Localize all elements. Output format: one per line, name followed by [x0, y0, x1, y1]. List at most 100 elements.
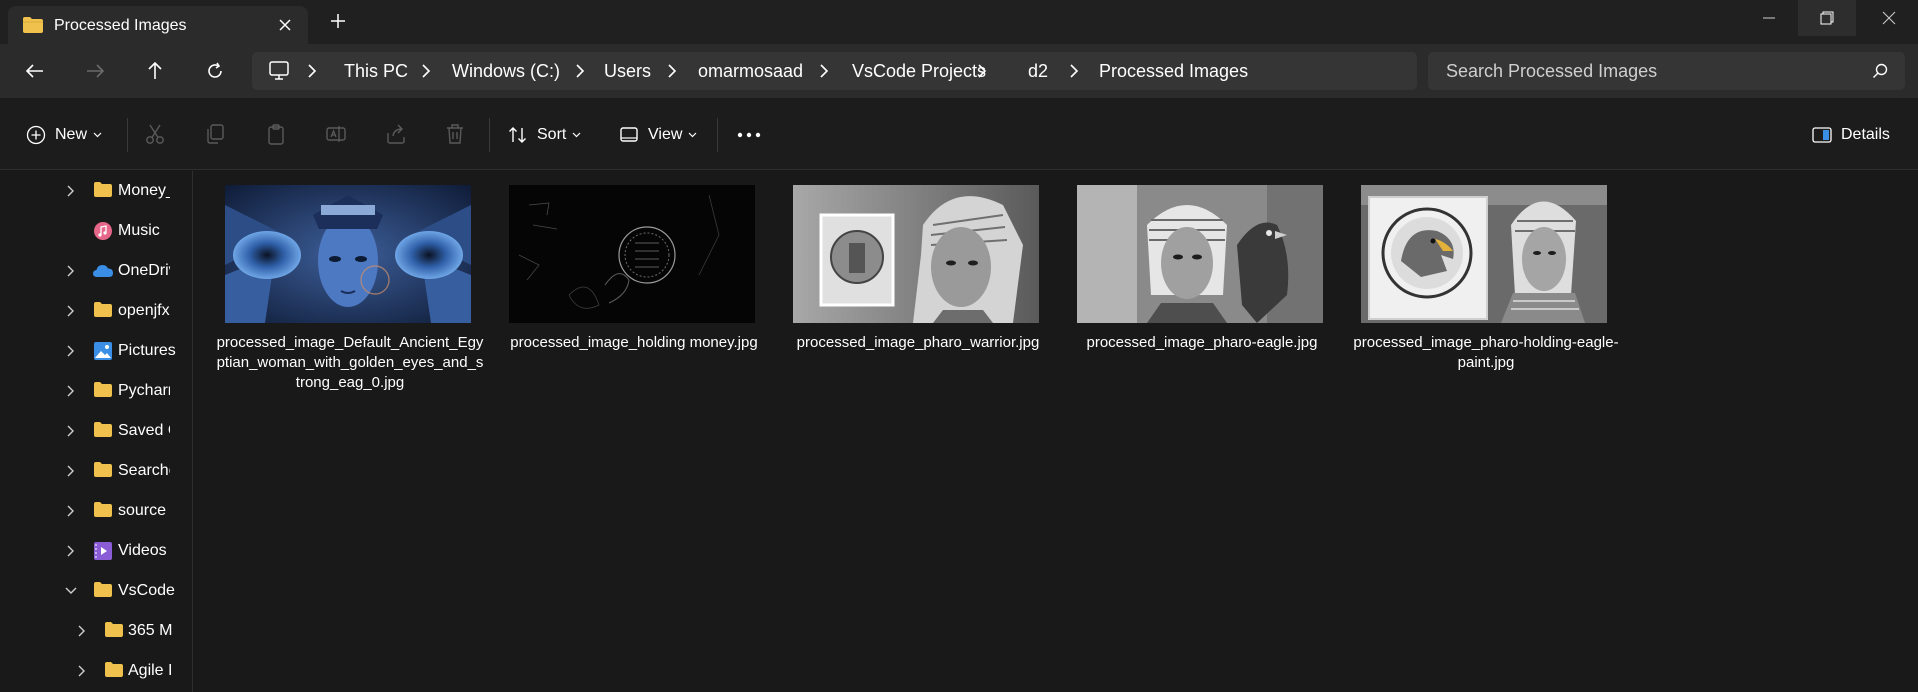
- sidebar-item-365[interactable]: 365 M: [0, 611, 190, 651]
- chevron-right-icon[interactable]: [66, 465, 76, 477]
- sidebar-item-searches[interactable]: Searche: [0, 451, 190, 491]
- image-thumbnail[interactable]: [1077, 185, 1323, 323]
- chevron-right-icon[interactable]: [818, 63, 830, 79]
- chevron-down-icon: [688, 132, 697, 138]
- chevron-right-icon[interactable]: [574, 63, 586, 79]
- breadcrumb-omarmosaad[interactable]: omarmosaad: [698, 61, 803, 82]
- sidebar-item-vscode[interactable]: VsCode: [0, 571, 190, 611]
- sidebar-item-videos[interactable]: Videos: [0, 531, 190, 571]
- address-bar[interactable]: This PC Windows (C:) Users omarmosaad Vs…: [252, 52, 1417, 90]
- minimize-button[interactable]: [1740, 0, 1798, 36]
- sidebar-item-label: Videos: [118, 542, 167, 559]
- folder-icon: [104, 621, 124, 638]
- close-tab-icon[interactable]: [276, 16, 294, 34]
- sidebar-item-music[interactable]: Music: [0, 211, 190, 251]
- copy-icon[interactable]: [205, 123, 225, 145]
- details-pane-icon: [1812, 126, 1832, 144]
- file-name: processed_image_pharo-holding-eagle-pain…: [1353, 334, 1619, 371]
- view-button[interactable]: View: [619, 122, 697, 148]
- address-row: This PC Windows (C:) Users omarmosaad Vs…: [0, 44, 1918, 98]
- sort-button[interactable]: Sort: [508, 122, 581, 148]
- breadcrumb-d2[interactable]: d2: [1028, 61, 1048, 82]
- onedrive-icon: [92, 264, 114, 278]
- title-bar: Processed Images: [0, 0, 1918, 44]
- image-thumbnail[interactable]: [509, 185, 755, 323]
- chevron-right-icon[interactable]: [77, 665, 87, 677]
- search-input[interactable]: Search Processed Images: [1428, 52, 1905, 90]
- tab-processed-images[interactable]: Processed Images: [8, 6, 308, 44]
- forward-button[interactable]: [80, 56, 110, 86]
- close-window-button[interactable]: [1860, 0, 1918, 36]
- chevron-right-icon[interactable]: [66, 305, 76, 317]
- search-icon[interactable]: [1872, 63, 1888, 79]
- view-icon: [619, 125, 639, 145]
- sidebar-item-label: Pictures: [118, 342, 176, 359]
- cut-icon[interactable]: [145, 123, 165, 145]
- sidebar-item-label: openjfx: [118, 302, 170, 319]
- chevron-right-icon[interactable]: [1068, 63, 1080, 79]
- sidebar-item-label: 365 M: [128, 622, 172, 639]
- folder-icon: [104, 661, 124, 678]
- sidebar-item-saved-games[interactable]: Saved G: [0, 411, 190, 451]
- divider: [489, 118, 490, 152]
- up-button[interactable]: [140, 56, 170, 86]
- rename-icon[interactable]: [325, 123, 347, 145]
- breadcrumb-windows-c[interactable]: Windows (C:): [452, 61, 560, 82]
- image-thumbnail[interactable]: [793, 185, 1039, 323]
- chevron-right-icon[interactable]: [66, 505, 76, 517]
- view-label: View: [648, 126, 683, 143]
- folder-icon: [22, 16, 44, 34]
- details-button[interactable]: Details: [1812, 122, 1890, 148]
- new-button[interactable]: New: [26, 122, 102, 148]
- chevron-down-icon: [572, 132, 581, 138]
- file-grid: processed_image_Default_Ancient_Egyptian…: [194, 171, 1918, 692]
- chevron-right-icon[interactable]: [66, 185, 76, 197]
- chevron-right-icon[interactable]: [77, 625, 87, 637]
- sidebar-item-label: Agile I: [128, 662, 172, 679]
- sidebar-item-label: OneDriv: [118, 262, 170, 279]
- pictures-icon: [93, 341, 113, 361]
- folder-icon: [93, 181, 113, 198]
- tab-title: Processed Images: [54, 17, 187, 34]
- sidebar-item-openjfx[interactable]: openjfx: [0, 291, 190, 331]
- folder-icon: [93, 581, 113, 598]
- back-button[interactable]: [20, 56, 50, 86]
- file-name: processed_image_pharo_warrior.jpg: [796, 334, 1040, 351]
- paste-icon[interactable]: [266, 123, 286, 145]
- sidebar-item-pycharm[interactable]: Pycharm: [0, 371, 190, 411]
- refresh-button[interactable]: [200, 56, 230, 86]
- breadcrumb-vscode-projects[interactable]: VsCode Projects: [852, 61, 986, 82]
- sidebar-item-source[interactable]: source: [0, 491, 190, 531]
- share-icon[interactable]: [385, 123, 407, 145]
- sidebar-item-pictures[interactable]: Pictures: [0, 331, 190, 371]
- chevron-right-icon[interactable]: [976, 63, 988, 79]
- chevron-right-icon[interactable]: [66, 545, 76, 557]
- new-label: New: [55, 126, 88, 143]
- image-thumbnail[interactable]: [225, 185, 471, 323]
- breadcrumb-processed-images[interactable]: Processed Images: [1099, 61, 1248, 82]
- divider: [127, 118, 128, 152]
- chevron-right-icon[interactable]: [66, 265, 76, 277]
- chevron-right-icon[interactable]: [66, 345, 76, 357]
- sidebar-item-agile[interactable]: Agile I: [0, 651, 190, 691]
- chevron-right-icon[interactable]: [666, 63, 678, 79]
- plus-circle-icon: [26, 125, 46, 145]
- chevron-right-icon[interactable]: [420, 63, 432, 79]
- chevron-right-icon[interactable]: [306, 63, 318, 79]
- breadcrumb-this-pc[interactable]: This PC: [344, 61, 408, 82]
- command-bar: New Sort View Details: [0, 98, 1918, 170]
- more-options-icon[interactable]: [737, 132, 761, 138]
- sidebar-item-money[interactable]: Money_: [0, 171, 190, 211]
- breadcrumb-users[interactable]: Users: [604, 61, 651, 82]
- restore-button[interactable]: [1798, 0, 1856, 36]
- chevron-right-icon[interactable]: [66, 385, 76, 397]
- image-thumbnail[interactable]: [1361, 185, 1607, 323]
- sidebar-item-onedrive[interactable]: OneDriv: [0, 251, 190, 291]
- folder-icon: [93, 381, 113, 398]
- details-label: Details: [1841, 126, 1890, 143]
- chevron-right-icon[interactable]: [66, 425, 76, 437]
- chevron-down-icon[interactable]: [65, 586, 77, 596]
- computer-icon[interactable]: [268, 61, 290, 81]
- delete-icon[interactable]: [445, 123, 465, 145]
- plus-icon[interactable]: [330, 13, 346, 29]
